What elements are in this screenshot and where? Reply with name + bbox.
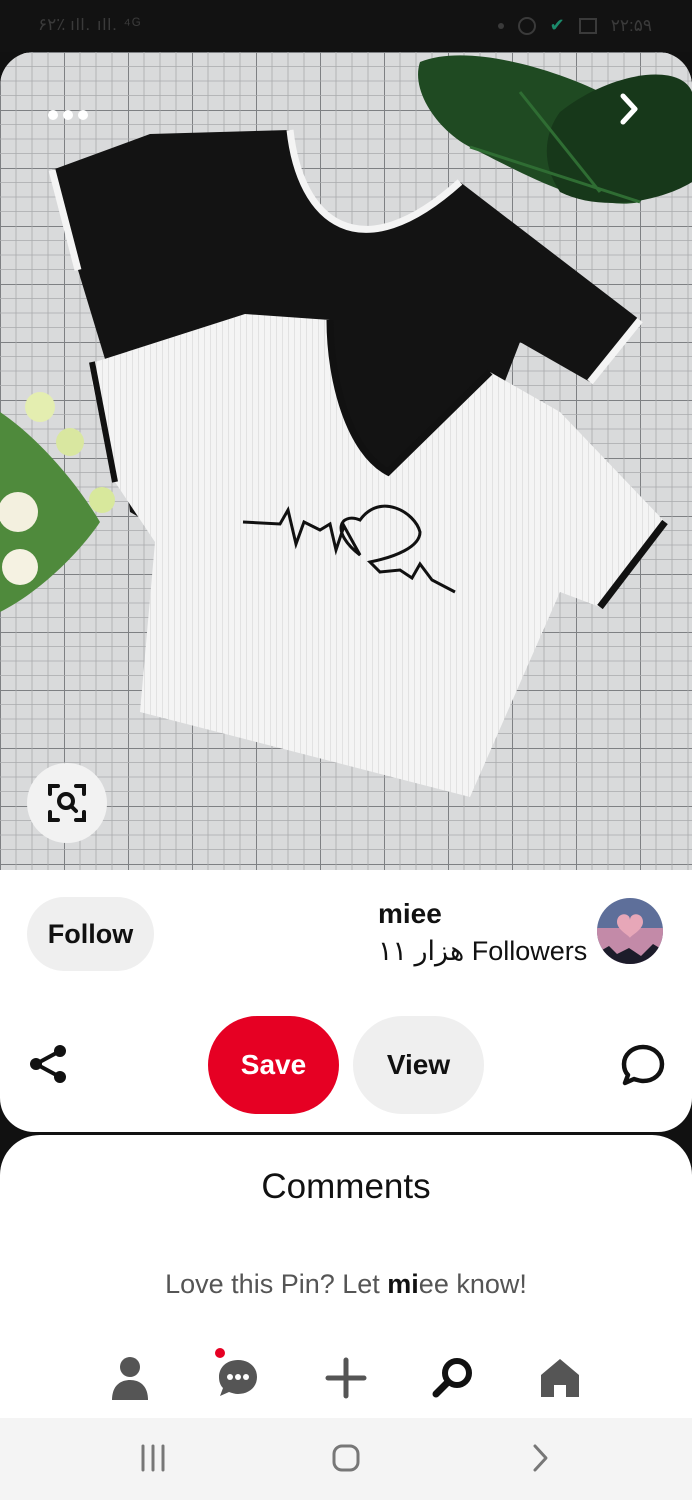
- share-icon[interactable]: [26, 1042, 70, 1086]
- status-left-indicators: ۶۲٪ ıll. ıll. ⁴ᴳ: [38, 15, 142, 34]
- more-dot: [63, 110, 73, 120]
- tab-search[interactable]: [423, 1345, 483, 1411]
- tab-home[interactable]: [530, 1345, 590, 1411]
- comments-prompt-prefix: Love this Pin? Let: [165, 1269, 388, 1299]
- comments-prompt-creator: mi: [387, 1269, 419, 1299]
- creator-followers: ۱۱ هزار Followers: [378, 936, 588, 966]
- app-notification-icon: ✔: [549, 15, 565, 35]
- recents-icon: [141, 1444, 165, 1472]
- pinterest-notification-icon: [517, 16, 536, 35]
- comments-prompt-suffix: ee know!: [418, 1269, 527, 1299]
- bottom-tab-bar: [0, 1345, 692, 1415]
- home-circle-icon: [332, 1444, 360, 1472]
- system-back-button[interactable]: [515, 1438, 565, 1478]
- system-navigation-bar: [0, 1418, 692, 1500]
- tab-profile[interactable]: [100, 1345, 160, 1411]
- system-home-button[interactable]: [321, 1438, 371, 1478]
- profile-icon: [112, 1357, 148, 1400]
- pin-image[interactable]: [0, 52, 692, 870]
- search-icon: [432, 1358, 472, 1398]
- comment-bubble-icon[interactable]: [620, 1042, 666, 1088]
- visual-search-icon: [48, 784, 86, 822]
- avatar[interactable]: [597, 898, 663, 964]
- recents-button[interactable]: [128, 1438, 178, 1478]
- back-chevron-icon: [533, 1444, 548, 1472]
- create-plus-icon: [325, 1357, 367, 1399]
- view-button[interactable]: View: [353, 1016, 484, 1114]
- follow-button[interactable]: Follow: [27, 897, 154, 971]
- more-dot: [78, 110, 88, 120]
- save-button[interactable]: Save: [208, 1016, 339, 1114]
- pin-card: Follow miee ۱۱ هزار Followers Save View: [0, 52, 692, 1132]
- status-time: ۲۲:۵۹: [610, 15, 652, 35]
- notification-dot-icon: [497, 22, 504, 29]
- gallery-notification-icon: [578, 17, 597, 34]
- messages-icon: [219, 1360, 257, 1396]
- chevron-right-icon[interactable]: [606, 86, 652, 132]
- comments-prompt[interactable]: Love this Pin? Let miee know!: [0, 1269, 692, 1300]
- comments-title: Comments: [261, 1167, 431, 1206]
- home-icon: [541, 1359, 579, 1397]
- visual-search-button[interactable]: [27, 763, 107, 843]
- status-right-indicators: ✔ ۲۲:۵۹: [497, 15, 652, 36]
- more-dot: [48, 110, 58, 120]
- messages-notification-dot: [215, 1348, 225, 1358]
- creator-name[interactable]: miee: [378, 898, 442, 930]
- tab-create[interactable]: [316, 1345, 376, 1411]
- more-options-button[interactable]: [40, 100, 96, 130]
- status-bar: ۶۲٪ ıll. ıll. ⁴ᴳ ✔ ۲۲:۵۹: [0, 0, 692, 52]
